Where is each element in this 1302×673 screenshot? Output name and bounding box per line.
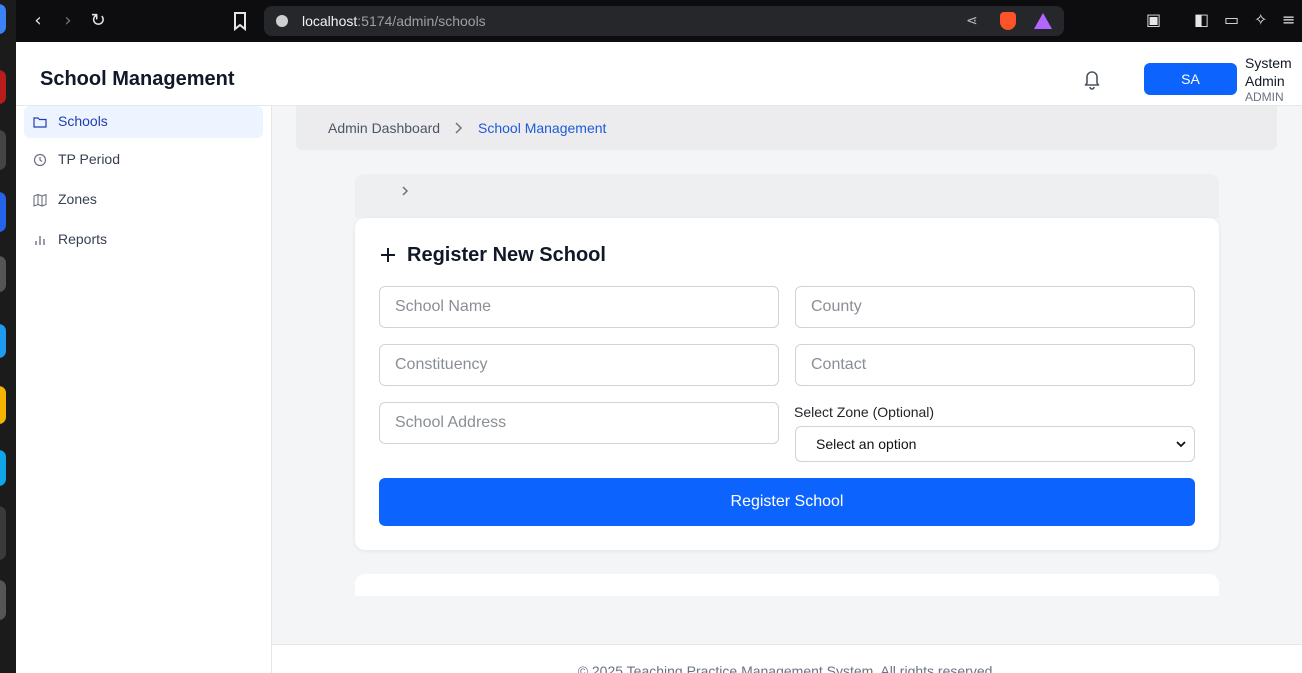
dock-app-icon[interactable] [0,386,6,424]
sidebar-toggle-icon[interactable]: ◧ [1194,10,1209,29]
sidebar-item-label: Reports [58,231,108,247]
dock-app-icon[interactable] [0,324,6,358]
url-text: localhost:5174/admin/schools [302,13,486,29]
back-icon[interactable]: ‹ [26,9,50,33]
sidebar-item-tp-period[interactable]: TP Period [24,144,263,176]
plus-icon [381,248,395,262]
user-role: ADMIN [1245,90,1284,104]
sidebar-item-reports[interactable]: Reports [24,224,263,256]
brave-rewards-icon[interactable] [1034,13,1052,29]
brave-shields-icon[interactable] [1000,12,1016,30]
zone-select-label: Select Zone (Optional) [794,404,935,420]
register-school-button[interactable]: Register School [379,478,1195,526]
bell-icon[interactable] [1082,68,1102,90]
school-name-input[interactable] [379,286,779,328]
forward-icon[interactable]: › [56,9,80,33]
breadcrumb-current: School Management [478,120,607,136]
sidebar: Schools TP Period Zones Reports [16,106,272,673]
folder-icon [33,117,47,128]
screenshot-icon[interactable]: ▣ [1146,10,1161,29]
sidebar-item-label: Schools [58,113,108,129]
zone-select[interactable]: Select an option [795,426,1195,462]
bookmark-icon[interactable] [228,9,252,33]
map-icon [33,193,47,207]
avatar-button[interactable]: SA [1144,63,1237,95]
chevron-down-icon [1176,441,1186,448]
browser-toolbar: ‹ › ↻ localhost:5174/admin/schools ⋖ ▣ ◧… [16,0,1302,42]
app-title: School Management [40,68,235,90]
dock-app-icon[interactable] [0,192,6,232]
user-name: System Admin [1245,55,1292,89]
bar-chart-icon [35,236,45,245]
leo-ai-icon[interactable]: ✧ [1254,10,1267,29]
collapsed-section-toggle[interactable] [355,174,1219,218]
footer: © 2025 Teaching Practice Management Syst… [272,644,1302,673]
footer-copyright: © 2025 Teaching Practice Management Syst… [577,663,997,673]
address-bar[interactable]: localhost:5174/admin/schools ⋖ [264,6,1064,36]
dock-app-icon[interactable] [0,256,6,292]
school-address-input[interactable] [379,402,779,444]
contact-input[interactable] [795,344,1195,386]
register-school-card: Register New School Select Zone (Optiona… [355,218,1219,550]
sidebar-item-label: TP Period [58,151,120,167]
zone-select-value: Select an option [816,436,917,452]
sidebar-item-label: Zones [58,191,97,207]
county-input[interactable] [795,286,1195,328]
clock-icon [33,153,47,167]
sidebar-item-zones[interactable]: Zones [24,184,263,216]
breadcrumb: Admin Dashboard School Management [296,106,1277,150]
dock-app-icon[interactable] [0,580,6,620]
site-info-icon[interactable] [276,15,288,27]
chevron-right-icon [402,186,409,196]
dock-app-icon[interactable] [0,4,6,34]
os-dock [0,0,16,673]
share-icon[interactable]: ⋖ [966,12,978,29]
secondary-card [355,574,1219,596]
dock-app-icon[interactable] [0,506,6,560]
chevron-right-icon [455,122,463,134]
reload-icon[interactable]: ↻ [86,9,110,33]
menu-icon[interactable]: ≡ [1282,10,1295,29]
constituency-input[interactable] [379,344,779,386]
app-header: School Management SA System Admin ADMIN [16,42,1302,106]
card-title: Register New School [407,244,606,266]
breadcrumb-parent-link[interactable]: Admin Dashboard [328,120,440,136]
dock-app-icon[interactable] [0,130,6,170]
dock-app-icon[interactable] [0,70,6,104]
dock-app-icon[interactable] [0,450,6,486]
wallet-icon[interactable]: ▭ [1224,10,1239,29]
sidebar-item-schools[interactable]: Schools [24,106,263,138]
